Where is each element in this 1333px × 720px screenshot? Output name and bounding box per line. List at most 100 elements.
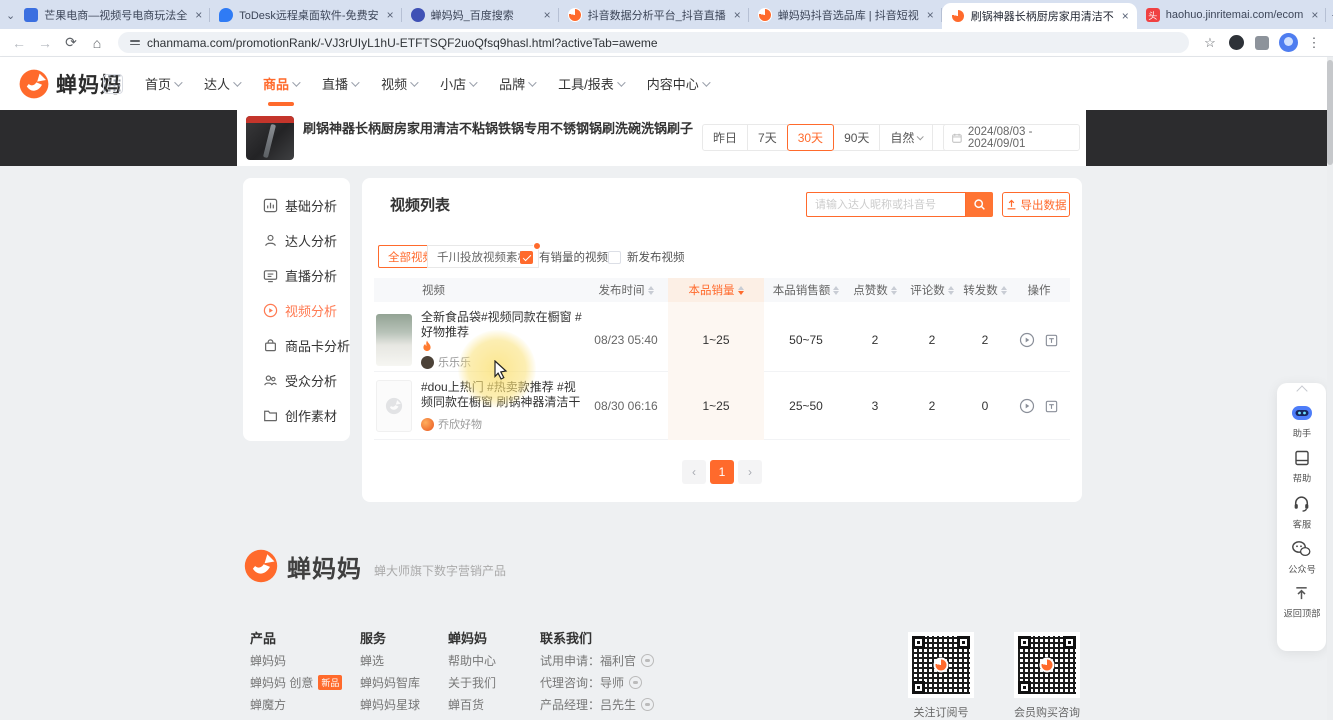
natural-dropdown[interactable]: 自然 <box>879 124 933 151</box>
sort-icon[interactable] <box>833 286 839 295</box>
assistant-button[interactable]: 助手 <box>1290 404 1314 440</box>
footer-link[interactable]: 蝉选 <box>360 652 384 669</box>
browser-tab[interactable]: 抖音数据分析平台_抖音直播 × <box>559 3 749 27</box>
browser-tab[interactable]: 头 haohuo.jinritemai.com/ecom × <box>1137 3 1327 27</box>
script-doc-icon[interactable] <box>1044 399 1059 414</box>
url-text[interactable]: chanmama.com/promotionRank/-VJ3rUIyL1hU-… <box>147 36 658 50</box>
col-revenue[interactable]: 本品销售额 <box>764 278 848 302</box>
extension-icon[interactable] <box>1225 32 1247 54</box>
close-icon[interactable]: × <box>542 8 553 22</box>
reload-icon[interactable]: ⟳ <box>60 32 82 54</box>
nav-item-product[interactable]: 商品 <box>251 57 310 110</box>
sidebar-item-product-card-analysis[interactable]: 商品卡分析 <box>263 336 350 355</box>
sidebar-item-live-analysis[interactable]: 直播分析 <box>263 266 337 285</box>
close-icon[interactable]: × <box>1309 8 1320 22</box>
checkbox-unchecked-icon[interactable] <box>608 251 621 264</box>
url-bar[interactable]: chanmama.com/promotionRank/-VJ3rUIyL1hU-… <box>118 32 1189 53</box>
nav-item-home[interactable]: 首页 <box>133 57 192 110</box>
nav-item-daren[interactable]: 达人 <box>192 57 251 110</box>
browser-tab[interactable]: ToDesk远程桌面软件-免费安 × <box>210 3 401 27</box>
sidebar-item-basic-analysis[interactable]: 基础分析 <box>263 196 337 215</box>
wechat-contact-icon[interactable] <box>629 676 642 689</box>
browser-menu-icon[interactable]: ⋮ <box>1303 32 1325 54</box>
date-tab-yesterday[interactable]: 昨日 <box>702 124 748 151</box>
play-video-icon[interactable] <box>1019 398 1035 414</box>
checkbox-new-videos[interactable]: 新发布视频 <box>608 249 685 265</box>
sidebar-item-daren-analysis[interactable]: 达人分析 <box>263 231 337 250</box>
footer-link[interactable]: 蝉百货 <box>448 696 484 713</box>
tab-search-icon[interactable]: ⌄ <box>6 3 15 27</box>
video-list-search[interactable] <box>806 192 966 217</box>
wechat-contact-icon[interactable] <box>641 654 654 667</box>
prev-page-button[interactable]: ‹ <box>682 460 706 484</box>
sort-icon[interactable] <box>1001 286 1007 295</box>
date-tab-90d[interactable]: 90天 <box>833 124 880 151</box>
col-likes[interactable]: 点赞数 <box>848 278 902 302</box>
footer-link[interactable]: 蝉妈妈星球 <box>360 696 420 713</box>
back-icon[interactable]: ← <box>8 32 30 54</box>
col-sales[interactable]: 本品销量 <box>668 278 764 302</box>
col-comments[interactable]: 评论数 <box>902 278 962 302</box>
footer-link[interactable]: 蝉妈妈智库 <box>360 674 420 691</box>
close-icon[interactable]: × <box>385 8 396 22</box>
close-icon[interactable]: × <box>193 8 204 22</box>
checkbox-has-sales[interactable]: 有销量的视频 <box>520 249 608 265</box>
sidebar-item-creative-material[interactable]: 创作素材 <box>263 406 337 425</box>
date-tab-7d[interactable]: 7天 <box>747 124 788 151</box>
nav-item-shop[interactable]: 小店 <box>428 57 487 110</box>
sort-icon[interactable] <box>891 286 897 295</box>
sort-desc-icon[interactable] <box>738 286 744 295</box>
footer-link[interactable]: 蝉妈妈 <box>250 652 286 669</box>
export-data-button[interactable]: 导出数据 <box>1002 192 1070 217</box>
site-settings-icon[interactable] <box>130 40 140 45</box>
nav-item-brand[interactable]: 品牌 <box>487 57 546 110</box>
browser-tab[interactable]: 蝉妈妈抖音选品库 | 抖音短视 × <box>749 3 942 27</box>
help-button[interactable]: 帮助 <box>1292 449 1312 485</box>
browser-tab[interactable]: 蝉妈妈_百度搜索 × <box>402 3 559 27</box>
video-list-search-input[interactable] <box>815 193 957 216</box>
footer-contact[interactable]: 产品经理：吕先生 <box>540 696 654 713</box>
date-range-picker[interactable]: 2024/08/03 - 2024/09/01 <box>943 124 1080 151</box>
nav-item-video[interactable]: 视频 <box>369 57 428 110</box>
footer-link[interactable]: 帮助中心 <box>448 652 496 669</box>
video-thumbnail[interactable] <box>376 314 412 366</box>
back-to-top-button[interactable]: 返回顶部 <box>1282 585 1322 620</box>
close-icon[interactable]: × <box>925 8 936 22</box>
current-page-button[interactable]: 1 <box>710 460 734 484</box>
script-doc-icon[interactable] <box>1044 333 1059 348</box>
col-publish-time[interactable]: 发布时间 <box>584 278 668 302</box>
footer-link[interactable]: 蝉妈妈 创意新品 <box>250 674 342 691</box>
home-icon[interactable]: ⌂ <box>86 32 108 54</box>
sidebar-item-video-analysis[interactable]: 视频分析 <box>263 301 337 320</box>
sort-icon[interactable] <box>648 286 654 295</box>
close-icon[interactable]: × <box>732 8 743 22</box>
browser-tab[interactable]: 芒果电商—视频号电商玩法全 × <box>15 3 210 27</box>
checkbox-checked-icon[interactable] <box>520 251 533 264</box>
browser-avatar[interactable] <box>1277 32 1299 54</box>
bookmark-star-icon[interactable]: ☆ <box>1199 32 1221 54</box>
customer-service-button[interactable]: 客服 <box>1292 494 1312 531</box>
col-shares[interactable]: 转发数 <box>962 278 1008 302</box>
nav-item-tools[interactable]: 工具/报表 <box>546 57 635 110</box>
nav-item-live[interactable]: 直播 <box>310 57 369 110</box>
video-list-search-button[interactable] <box>966 192 993 217</box>
close-icon[interactable]: × <box>1120 9 1131 23</box>
video-author[interactable]: 乔欣好物 <box>421 416 584 432</box>
sidebar-item-audience-analysis[interactable]: 受众分析 <box>263 371 337 390</box>
footer-contact[interactable]: 代理咨询：导师 <box>540 674 642 691</box>
nav-item-content-center[interactable]: 内容中心 <box>635 57 720 110</box>
apps-grid-icon[interactable] <box>103 74 123 94</box>
product-thumbnail[interactable] <box>246 116 294 160</box>
footer-link[interactable]: 关于我们 <box>448 674 496 691</box>
official-account-button[interactable]: 公众号 <box>1287 540 1317 576</box>
footer-link[interactable]: 蝉魔方 <box>250 696 286 713</box>
collapse-chevron-icon[interactable] <box>1296 385 1307 396</box>
puzzle-extensions-icon[interactable] <box>1251 32 1273 54</box>
sort-icon[interactable] <box>948 286 954 295</box>
play-video-icon[interactable] <box>1019 332 1035 348</box>
page-scrollbar-thumb[interactable] <box>1327 60 1333 165</box>
date-tab-30d[interactable]: 30天 <box>787 124 834 151</box>
forward-icon[interactable]: → <box>34 32 56 54</box>
footer-contact[interactable]: 试用申请：福利官 <box>540 652 654 669</box>
wechat-contact-icon[interactable] <box>641 698 654 711</box>
